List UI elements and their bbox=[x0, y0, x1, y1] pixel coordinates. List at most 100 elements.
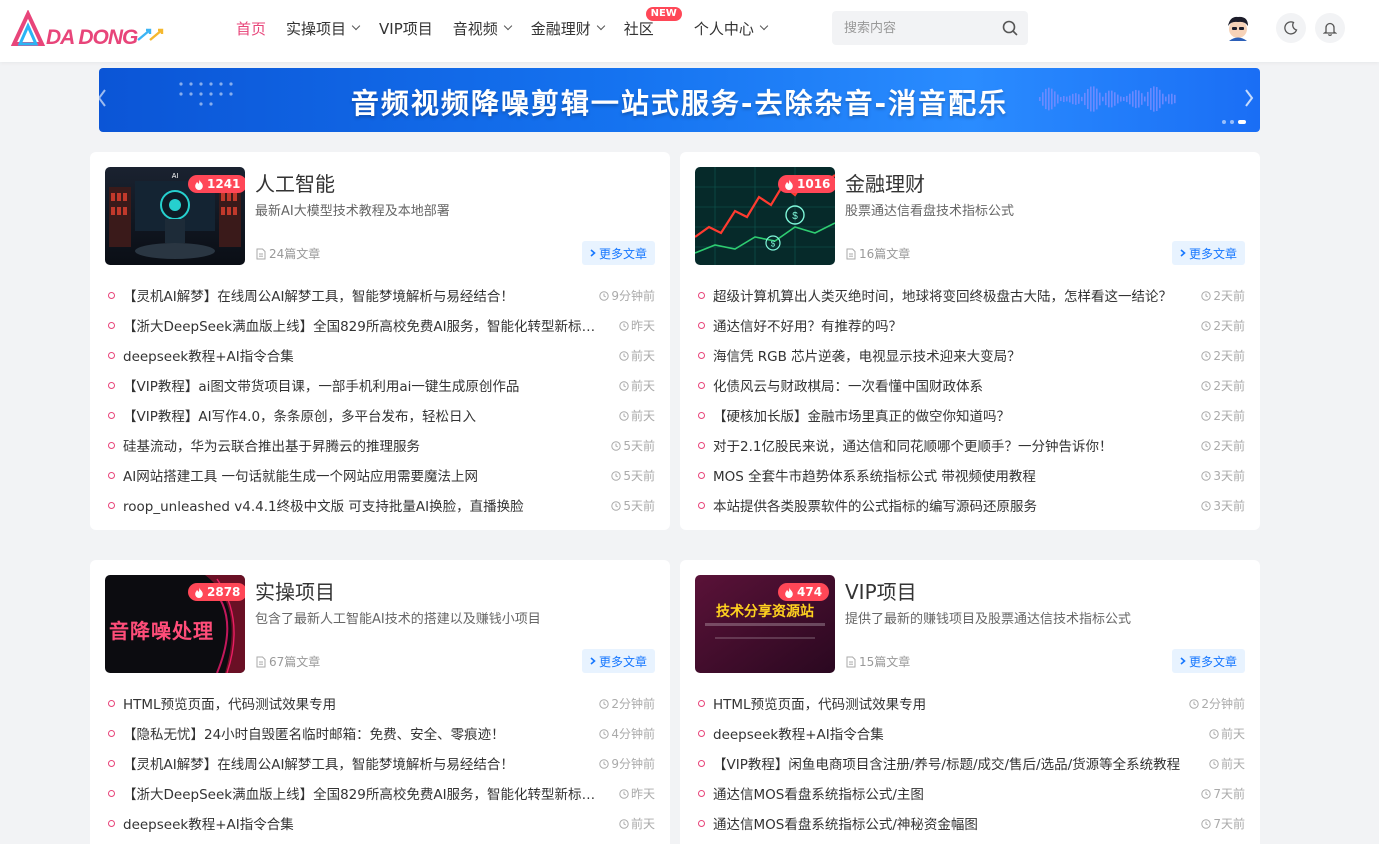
dark-mode-toggle[interactable] bbox=[1276, 13, 1306, 43]
article-title-link[interactable]: HTML预览页面，代码测试效果专用 bbox=[713, 693, 926, 713]
category-title[interactable]: VIP项目 bbox=[845, 576, 917, 605]
category-title[interactable]: 人工智能 bbox=[255, 168, 335, 197]
article-title-link[interactable]: 本站提供各类股票软件的公式指标的编写源码还原服务 bbox=[713, 495, 1037, 515]
nav-item-6[interactable]: 个人中心 bbox=[694, 18, 769, 39]
list-item[interactable]: 超级计算机算出人类灭绝时间，地球将变回终极盘古大陆，怎样看这一结论？ 2天前 bbox=[698, 280, 1245, 310]
clock-icon bbox=[1201, 818, 1212, 829]
article-time-label: 前天 bbox=[1220, 727, 1245, 741]
promo-banner[interactable]: 音频视频降噪剪辑一站式服务-去除杂音-消音配乐 bbox=[99, 68, 1260, 132]
article-title-link[interactable]: AI网站搭建工具 一句话就能生成一个网站应用需要魔法上网 bbox=[123, 465, 478, 485]
nav-item-0[interactable]: 首页 bbox=[236, 18, 266, 39]
category-thumbnail[interactable]: $ $1016 bbox=[695, 167, 835, 265]
banner-next-arrow[interactable] bbox=[1242, 86, 1256, 110]
chevron-down-icon bbox=[503, 21, 513, 31]
more-articles-button[interactable]: 更多文章 bbox=[1171, 649, 1245, 673]
user-avatar[interactable] bbox=[1224, 14, 1252, 42]
article-title-link[interactable]: 通达信好不好用？有推荐的吗？ bbox=[713, 315, 902, 335]
list-item[interactable]: 【浙大DeepSeek满血版上线】全国829所高校免费AI服务，智能化转型新标杆… bbox=[108, 310, 655, 340]
article-title-link[interactable]: 通达信MOS看盘系统指标公式/神秘资金幅图 bbox=[713, 813, 978, 833]
article-time: 5天前 bbox=[611, 497, 655, 514]
article-title-link[interactable]: deepseek教程+AI指令合集 bbox=[713, 723, 884, 743]
list-item[interactable]: 通达信好不好用？有推荐的吗？ 2天前 bbox=[698, 310, 1245, 340]
bullet-dot bbox=[108, 729, 115, 737]
article-title-link[interactable]: 通达信MOS看盘系统指标公式/主图 bbox=[713, 783, 924, 803]
list-item[interactable]: 【VIP教程】ai图文带货项目课，一部手机利用ai一键生成原创作品 前天 bbox=[108, 370, 655, 400]
clock-icon bbox=[1201, 470, 1212, 481]
nav-item-2[interactable]: VIP项目 bbox=[379, 18, 433, 39]
banner-indicator-active[interactable] bbox=[1238, 120, 1246, 124]
nav-item-4[interactable]: 金融理财 bbox=[531, 18, 606, 39]
article-title-link[interactable]: deepseek教程+AI指令合集 bbox=[123, 345, 294, 365]
nav-item-1[interactable]: 实操项目 bbox=[286, 18, 361, 39]
category-title[interactable]: 实操项目 bbox=[255, 576, 335, 605]
article-title-link[interactable]: 【VIP教程】ai图文带货项目课，一部手机利用ai一键生成原创作品 bbox=[123, 375, 519, 395]
list-item[interactable]: HTML预览页面，代码测试效果专用 2分钟前 bbox=[698, 688, 1245, 718]
clock-icon bbox=[1201, 788, 1212, 799]
article-title-link[interactable]: 超级计算机算出人类灭绝时间，地球将变回终极盘古大陆，怎样看这一结论？ bbox=[713, 285, 1172, 305]
list-item[interactable]: HTML预览页面，代码测试效果专用 2分钟前 bbox=[108, 688, 655, 718]
nav-item-5[interactable]: 社区 NEW bbox=[624, 6, 682, 39]
list-item[interactable]: deepseek教程+AI指令合集 前天 bbox=[108, 808, 655, 838]
list-item[interactable]: 海信凭 RGB 芯片逆袭，电视显示技术迎来大变局？ 2天前 bbox=[698, 340, 1245, 370]
svg-text:$: $ bbox=[792, 211, 798, 222]
category-title[interactable]: 金融理财 bbox=[845, 168, 925, 197]
nav-item-3[interactable]: 音视频 bbox=[453, 18, 513, 39]
article-title-link[interactable]: roop_unleashed v4.4.1终极中文版 可支持批量AI换脸，直播换… bbox=[123, 495, 524, 515]
article-title-link[interactable]: deepseek教程+AI指令合集 bbox=[123, 813, 294, 833]
article-count: 16篇文章 bbox=[846, 245, 910, 262]
list-item[interactable]: 对于2.1亿股民来说，通达信和同花顺哪个更顺手？一分钟告诉你！ 2天前 bbox=[698, 430, 1245, 460]
category-thumbnail[interactable]: AI 1241 bbox=[105, 167, 245, 265]
clock-icon bbox=[599, 728, 610, 739]
article-title-link[interactable]: 海信凭 RGB 芯片逆袭，电视显示技术迎来大变局？ bbox=[713, 345, 1021, 365]
article-title-link[interactable]: 【灵机AI解梦】在线周公AI解梦工具，智能梦境解析与易经结合！ bbox=[123, 753, 514, 773]
search-icon[interactable] bbox=[1002, 20, 1018, 36]
article-title-link[interactable]: 【VIP教程】AI写作4.0，条条原创，多平台发布，轻松日入 bbox=[123, 405, 476, 425]
banner-indicator[interactable] bbox=[1222, 120, 1226, 124]
list-item[interactable]: 通达信MOS看盘系统指标公式/主图 7天前 bbox=[698, 778, 1245, 808]
more-articles-button[interactable]: 更多文章 bbox=[581, 649, 655, 673]
clock-icon bbox=[1201, 320, 1212, 331]
article-title-link[interactable]: HTML预览页面，代码测试效果专用 bbox=[123, 693, 336, 713]
article-title-link[interactable]: 对于2.1亿股民来说，通达信和同花顺哪个更顺手？一分钟告诉你！ bbox=[713, 435, 1112, 455]
list-item[interactable]: 【灵机AI解梦】在线周公AI解梦工具，智能梦境解析与易经结合！ 9分钟前 bbox=[108, 748, 655, 778]
list-item[interactable]: 化债风云与财政棋局：一次看懂中国财政体系 2天前 bbox=[698, 370, 1245, 400]
clock-icon bbox=[619, 410, 629, 421]
list-item[interactable]: 【硬核加长版】金融市场里真正的做空你知道吗？ 2天前 bbox=[698, 400, 1245, 430]
list-item[interactable]: 【灵机AI解梦】在线周公AI解梦工具，智能梦境解析与易经结合！ 9分钟前 bbox=[108, 280, 655, 310]
article-title-link[interactable]: 硅基流动，华为云联合推出基于昇腾云的推理服务 bbox=[123, 435, 420, 455]
list-item[interactable]: 本站提供各类股票软件的公式指标的编写源码还原服务 3天前 bbox=[698, 490, 1245, 520]
list-item[interactable]: 【VIP教程】闲鱼电商项目含注册/养号/标题/成交/售后/选品/货源等全系统教程… bbox=[698, 748, 1245, 778]
article-title-link[interactable]: 【浙大DeepSeek满血版上线】全国829所高校免费AI服务，智能化转型新标杆… bbox=[123, 315, 603, 335]
list-item[interactable]: 硅基流动，华为云联合推出基于昇腾云的推理服务 5天前 bbox=[108, 430, 655, 460]
article-title-link[interactable]: MOS 全套牛市趋势体系系统指标公式 带视频使用教程 bbox=[713, 465, 1036, 485]
chevron-down-icon bbox=[759, 21, 769, 31]
category-thumbnail[interactable]: 音降噪处理 2878 bbox=[105, 575, 245, 673]
more-articles-button[interactable]: 更多文章 bbox=[1171, 241, 1245, 265]
notifications-button[interactable] bbox=[1315, 13, 1345, 43]
more-articles-button[interactable]: 更多文章 bbox=[581, 241, 655, 265]
site-logo[interactable]: DA DONG bbox=[10, 10, 170, 50]
list-item[interactable]: 【浙大DeepSeek满血版上线】全国829所高校免费AI服务，智能化转型新标杆… bbox=[108, 778, 655, 808]
article-title-link[interactable]: 【灵机AI解梦】在线周公AI解梦工具，智能梦境解析与易经结合！ bbox=[123, 285, 514, 305]
list-item[interactable]: deepseek教程+AI指令合集 前天 bbox=[108, 340, 655, 370]
bullet-dot bbox=[698, 789, 705, 797]
article-title-link[interactable]: 化债风云与财政棋局：一次看懂中国财政体系 bbox=[713, 375, 983, 395]
category-thumbnail[interactable]: 技术分享资源站 474 bbox=[695, 575, 835, 673]
list-item[interactable]: roop_unleashed v4.4.1终极中文版 可支持批量AI换脸，直播换… bbox=[108, 490, 655, 520]
article-title-link[interactable]: 【VIP教程】闲鱼电商项目含注册/养号/标题/成交/售后/选品/货源等全系统教程 bbox=[713, 753, 1180, 773]
list-item[interactable]: AI网站搭建工具 一句话就能生成一个网站应用需要魔法上网 5天前 bbox=[108, 460, 655, 490]
banner-prev-arrow[interactable] bbox=[99, 86, 109, 110]
search-input[interactable] bbox=[832, 11, 982, 45]
list-item[interactable]: 通达信MOS看盘系统指标公式/神秘资金幅图 7天前 bbox=[698, 808, 1245, 838]
hot-count: 1016 bbox=[797, 177, 831, 191]
clock-icon bbox=[611, 500, 622, 511]
list-item[interactable]: 【隐私无忧】24小时自毁匿名临时邮箱：免费、安全、零痕迹！ 4分钟前 bbox=[108, 718, 655, 748]
article-list: 【灵机AI解梦】在线周公AI解梦工具，智能梦境解析与易经结合！ 9分钟前【浙大De… bbox=[108, 280, 655, 520]
banner-indicator[interactable] bbox=[1230, 120, 1234, 124]
article-title-link[interactable]: 【浙大DeepSeek满血版上线】全国829所高校免费AI服务，智能化转型新标杆… bbox=[123, 783, 603, 803]
list-item[interactable]: MOS 全套牛市趋势体系系统指标公式 带视频使用教程 3天前 bbox=[698, 460, 1245, 490]
article-title-link[interactable]: 【硬核加长版】金融市场里真正的做空你知道吗？ bbox=[713, 405, 1010, 425]
article-title-link[interactable]: 【隐私无忧】24小时自毁匿名临时邮箱：免费、安全、零痕迹！ bbox=[123, 723, 505, 743]
list-item[interactable]: 【VIP教程】AI写作4.0，条条原创，多平台发布，轻松日入 前天 bbox=[108, 400, 655, 430]
list-item[interactable]: deepseek教程+AI指令合集 前天 bbox=[698, 718, 1245, 748]
